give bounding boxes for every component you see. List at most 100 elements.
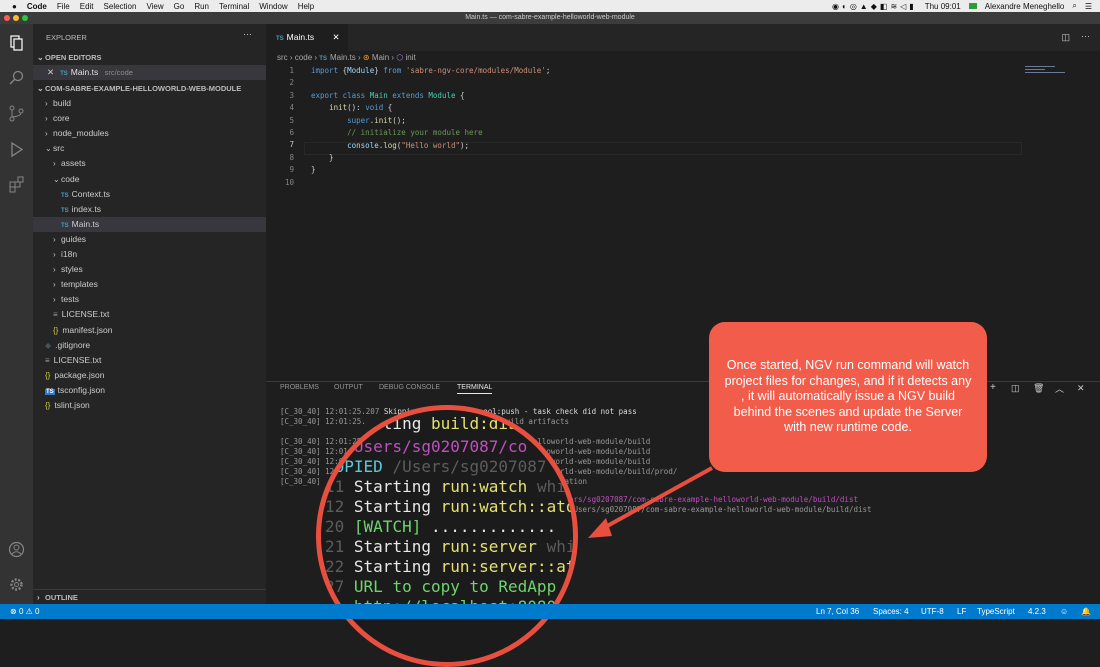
tab-output[interactable]: OUTPUT [334, 384, 363, 391]
flag-icon[interactable] [968, 3, 977, 9]
menu-run[interactable]: Run [194, 2, 209, 11]
tree-item[interactable]: ≡ LICENSE.txt [33, 307, 286, 322]
tree-item-label: LICENSE.txt [61, 309, 110, 320]
menu-file[interactable]: File [57, 2, 70, 11]
open-editor-item[interactable]: ✕ TS Main.ts src/code [33, 65, 280, 80]
tree-item[interactable]: › i18n [33, 247, 286, 262]
breadcrumb-item[interactable]: code [295, 53, 312, 62]
maximize-panel-icon[interactable]: ︿ [1055, 382, 1064, 395]
zoom-window-button[interactable] [22, 15, 28, 21]
settings-gear-icon[interactable] [8, 576, 25, 593]
search-icon[interactable]: ⌕ [1072, 1, 1076, 11]
tree-item[interactable]: › node_modules [33, 126, 278, 141]
outline-section[interactable]: › OUTLINE [33, 589, 270, 605]
close-icon[interactable]: ✕ [47, 67, 54, 77]
search-icon[interactable] [8, 69, 25, 86]
breadcrumb-item[interactable]: init [406, 53, 416, 62]
breadcrumb-item[interactable]: Main [372, 53, 389, 62]
tree-item-label: templates [61, 279, 98, 290]
code-line: // initialize your module here [347, 128, 483, 137]
tab-label: Main.ts [286, 32, 315, 42]
warning-count: 0 [35, 607, 40, 616]
tree-item[interactable]: {} package.json [33, 368, 278, 383]
tree-item[interactable]: ≡ LICENSE.txt [33, 353, 278, 368]
menu-code[interactable]: Code [27, 2, 47, 11]
tree-item[interactable]: › guides [33, 232, 286, 247]
tab-main-ts[interactable]: TS Main.ts ✕ [266, 24, 348, 51]
notifications-bell-icon[interactable]: 🔔 [1081, 604, 1091, 619]
line-number: 7 [289, 140, 294, 150]
code-line: } [311, 165, 316, 174]
tree-item[interactable]: TS index.ts [33, 202, 294, 217]
language-mode[interactable]: TypeScript [977, 604, 1015, 619]
end-of-line[interactable]: LF [957, 604, 966, 619]
warning-icon: ⚠ [25, 607, 33, 616]
problems-indicator[interactable]: ⊗ 0 ⚠ 0 [10, 604, 39, 619]
tree-item[interactable]: › build [33, 96, 278, 111]
window-title: Main.ts — com-sabre-example-helloworld-w… [465, 14, 635, 21]
tree-item[interactable]: › assets [33, 156, 286, 171]
breadcrumb-item[interactable]: Main.ts [330, 53, 356, 62]
menu-window[interactable]: Window [259, 2, 287, 11]
close-icon[interactable]: ✕ [332, 32, 339, 42]
extensions-icon[interactable] [8, 176, 25, 193]
menu-view[interactable]: View [146, 2, 163, 11]
feedback-icon[interactable]: ☺ [1060, 604, 1068, 619]
cursor-position[interactable]: Ln 7, Col 36 [816, 604, 859, 619]
tree-item[interactable]: › core [33, 111, 278, 126]
chevron-right-icon: › [53, 265, 56, 275]
tree-item-label: guides [61, 233, 87, 244]
tree-item[interactable]: {} manifest.json [33, 323, 286, 338]
typescript-version[interactable]: 4.2.3 [1028, 604, 1046, 619]
tree-item[interactable]: TS tsconfig.json [33, 383, 278, 398]
run-debug-icon[interactable] [8, 141, 25, 158]
json-file-icon: {} [53, 325, 59, 335]
method-icon: ⬡ [396, 53, 404, 62]
more-actions-icon[interactable]: ··· [1081, 31, 1090, 41]
menu-selection[interactable]: Selection [104, 2, 137, 11]
code-line: super.init(); [347, 116, 406, 125]
menu-terminal[interactable]: Terminal [219, 2, 249, 11]
project-section[interactable]: ⌄COM-SABRE-EXAMPLE-HELLOWORLD-WEB-MODULE [33, 81, 270, 96]
encoding[interactable]: UTF-8 [921, 604, 944, 619]
chevron-right-icon: › [53, 159, 56, 169]
apple-menu-icon[interactable]: ● [12, 2, 17, 11]
split-terminal-icon[interactable]: ◫ [1011, 383, 1020, 394]
menu-edit[interactable]: Edit [80, 2, 94, 11]
tree-item-label: core [53, 113, 70, 124]
tree-item[interactable]: ⌄code [33, 172, 286, 187]
tree-item[interactable]: › tests [33, 292, 286, 307]
clock[interactable]: Thu 09:01 [925, 2, 961, 11]
breadcrumb-item[interactable]: src [277, 53, 288, 62]
open-editors-section[interactable]: ⌄OPEN EDITORS [33, 50, 270, 65]
source-control-icon[interactable] [8, 105, 25, 122]
indentation[interactable]: Spaces: 4 [873, 604, 909, 619]
close-icon[interactable]: ✕ [1077, 383, 1085, 394]
activity-bar [0, 24, 33, 604]
tab-terminal[interactable]: TERMINAL [457, 384, 493, 394]
minimize-window-button[interactable] [13, 15, 19, 21]
close-window-button[interactable] [4, 15, 10, 21]
minimap[interactable] [1025, 64, 1070, 76]
tree-item-label: code [61, 173, 80, 184]
tree-item[interactable]: ◆ .gitignore [33, 338, 278, 353]
user-name[interactable]: Alexandre Meneghello [985, 2, 1065, 11]
tree-item[interactable]: ⌄src [33, 141, 278, 156]
status-icons[interactable]: ◉◐◎▲◆◧≋◁▮ [832, 2, 917, 11]
account-icon[interactable] [8, 541, 25, 558]
explorer-icon[interactable] [8, 34, 25, 51]
trash-icon[interactable]: 🗑 [1033, 383, 1044, 394]
tree-item[interactable]: › templates [33, 277, 286, 292]
tree-item[interactable]: › styles [33, 262, 286, 277]
more-actions-icon[interactable]: ··· [243, 29, 252, 39]
menu-go[interactable]: Go [174, 2, 185, 11]
split-editor-icon[interactable]: ◫ [1061, 32, 1070, 43]
tree-item[interactable]: {} tslint.json [33, 398, 278, 413]
tab-debug-console[interactable]: DEBUG CONSOLE [379, 384, 440, 391]
new-terminal-icon[interactable]: + [990, 382, 996, 393]
tab-problems[interactable]: PROBLEMS [280, 384, 319, 391]
tree-item[interactable]: TS Main.ts [33, 216, 294, 232]
control-center-icon[interactable]: ☰ [1085, 2, 1092, 11]
menu-help[interactable]: Help [298, 2, 314, 11]
tree-item[interactable]: TS Context.ts [33, 187, 294, 202]
